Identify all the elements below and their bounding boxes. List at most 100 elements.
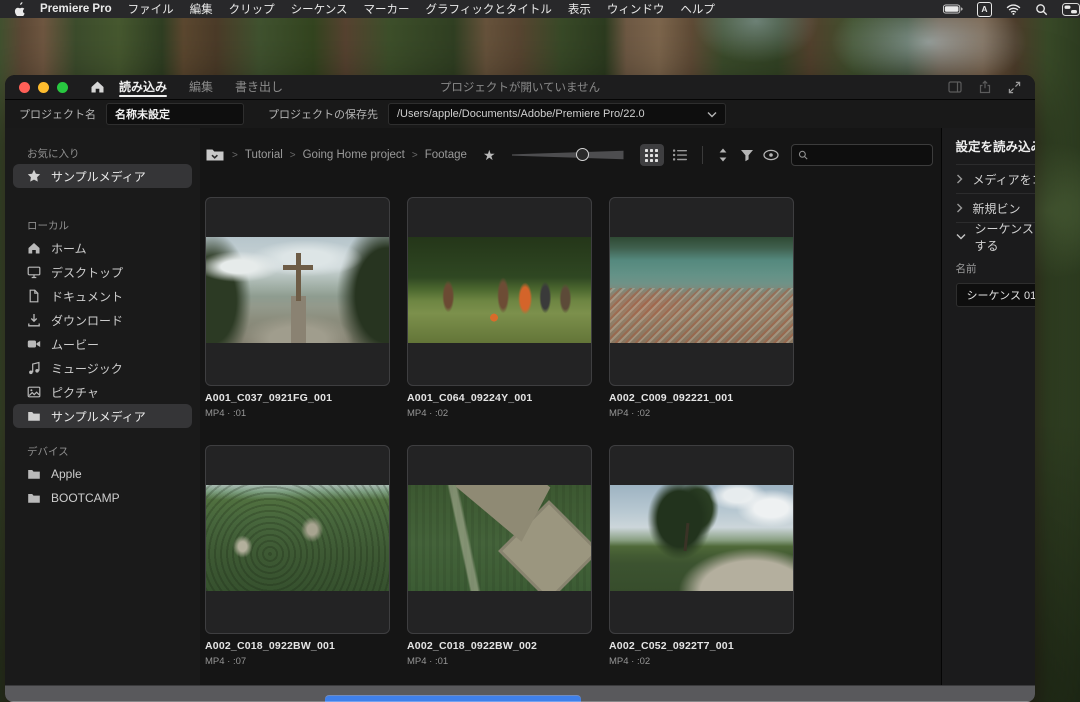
- menu-graphics-titles[interactable]: グラフィックとタイトル: [426, 1, 552, 17]
- fullscreen-icon[interactable]: [1008, 81, 1021, 94]
- folder-icon: [27, 491, 41, 505]
- download-icon: [27, 313, 41, 327]
- control-center-icon[interactable]: [1062, 3, 1080, 16]
- sidebar-item-downloads[interactable]: ダウンロード: [13, 308, 192, 332]
- media-card[interactable]: [205, 197, 390, 386]
- thumbnail-aerial-lake-town: [610, 237, 793, 343]
- media-cell: A002_C009_092221_001 MP4 · :02: [609, 197, 794, 419]
- project-location-label: プロジェクトの保存先: [268, 106, 378, 122]
- minimize-button[interactable]: [38, 82, 49, 93]
- thumbnail-kids-playing-soccer: [408, 237, 591, 343]
- movie-icon: [27, 337, 41, 351]
- sidebar: お気に入り サンプルメディア ローカル ホーム デスクトップ ドキュメント ダ: [5, 128, 200, 686]
- panel-title: 設定を読み込み: [956, 128, 1036, 164]
- breadcrumb-tutorial[interactable]: Tutorial: [245, 149, 283, 161]
- sidebar-section-local: ローカル: [5, 216, 200, 236]
- tab-import[interactable]: 読み込み: [119, 75, 167, 99]
- preview-toggle-button[interactable]: [759, 144, 783, 166]
- menubar-app-name[interactable]: Premiere Pro: [40, 3, 112, 15]
- battery-icon[interactable]: [943, 4, 963, 14]
- menu-marker[interactable]: マーカー: [364, 1, 410, 17]
- browser-toolbar: > Tutorial > Going Home project > Footag…: [205, 142, 933, 168]
- menu-window[interactable]: ウィンドウ: [607, 1, 665, 17]
- menu-edit[interactable]: 編集: [190, 1, 213, 17]
- chevron-down-icon: [707, 111, 717, 118]
- wifi-icon[interactable]: [1006, 4, 1021, 15]
- media-card[interactable]: [407, 445, 592, 634]
- clip-meta: MP4 · :01: [205, 408, 390, 419]
- media-card[interactable]: [609, 197, 794, 386]
- search-icon[interactable]: [1035, 3, 1048, 16]
- sidebar-item-label: ムービー: [51, 336, 99, 353]
- sidebar-item-label: ダウンロード: [51, 312, 123, 329]
- home-icon: [90, 80, 105, 94]
- breadcrumb-footage[interactable]: Footage: [425, 149, 467, 161]
- menu-view[interactable]: 表示: [568, 1, 591, 17]
- chevron-right-icon[interactable]: [956, 203, 964, 213]
- media-browser: > Tutorial > Going Home project > Footag…: [200, 128, 941, 686]
- menu-file[interactable]: ファイル: [128, 1, 174, 17]
- favorite-star-icon[interactable]: ★: [483, 148, 496, 162]
- sidebar-item-label: BOOTCAMP: [51, 491, 120, 505]
- sidebar-item-desktop[interactable]: デスクトップ: [13, 260, 192, 284]
- sidebar-item-bootcamp-device[interactable]: BOOTCAMP: [13, 486, 192, 510]
- apple-menu[interactable]: [14, 2, 26, 16]
- share-icon[interactable]: [978, 80, 992, 94]
- sequence-name-input[interactable]: シーケンス 01: [956, 283, 1036, 307]
- project-location-dropdown[interactable]: /Users/apple/Documents/Adobe/Premiere Pr…: [388, 103, 726, 125]
- project-name-input[interactable]: 名称未設定: [106, 103, 244, 125]
- workspace-icon[interactable]: [948, 80, 962, 94]
- sidebar-item-apple-device[interactable]: Apple: [13, 462, 192, 486]
- breadcrumb-separator: >: [412, 150, 418, 161]
- slider-track[interactable]: [512, 150, 624, 160]
- clip-meta: MP4 · :02: [609, 408, 794, 419]
- media-cell: A001_C037_0921FG_001 MP4 · :01: [205, 197, 390, 419]
- clip-meta: MP4 · :01: [407, 656, 592, 667]
- zoom-button[interactable]: [57, 82, 68, 93]
- search-input[interactable]: [813, 148, 926, 162]
- chevron-right-icon[interactable]: [956, 174, 964, 184]
- menu-sequence[interactable]: シーケンス: [291, 1, 348, 17]
- menu-clip[interactable]: クリップ: [229, 1, 275, 17]
- import-button[interactable]: [325, 696, 581, 702]
- sidebar-item-home[interactable]: ホーム: [13, 236, 192, 260]
- folder-icon: [27, 409, 41, 423]
- media-folder-icon[interactable]: [205, 147, 225, 163]
- thumbnail-cross-monument-hill: [206, 237, 389, 343]
- filter-button[interactable]: [735, 144, 759, 166]
- media-card[interactable]: [205, 445, 390, 634]
- media-cell: A002_C018_0922BW_001 MP4 · :07: [205, 445, 390, 667]
- sort-button[interactable]: [711, 144, 735, 166]
- sidebar-item-pictures[interactable]: ピクチャ: [13, 380, 192, 404]
- sidebar-item-movies[interactable]: ムービー: [13, 332, 192, 356]
- chevron-down-icon[interactable]: [956, 233, 966, 241]
- sidebar-item-label: サンプルメディア: [51, 408, 146, 425]
- thumbnail-size-slider[interactable]: [512, 147, 624, 163]
- sidebar-item-sample-media[interactable]: サンプルメディア: [13, 404, 192, 428]
- input-source-icon[interactable]: A: [977, 2, 992, 17]
- menu-help[interactable]: ヘルプ: [680, 1, 715, 17]
- media-card[interactable]: [407, 197, 592, 386]
- breadcrumb: > Tutorial > Going Home project > Footag…: [205, 147, 467, 163]
- home-button[interactable]: [90, 80, 105, 94]
- breadcrumb-going-home-project[interactable]: Going Home project: [303, 149, 405, 161]
- breadcrumb-separator: >: [290, 150, 296, 161]
- slider-knob[interactable]: [576, 148, 589, 161]
- sidebar-item-music[interactable]: ミュージック: [13, 356, 192, 380]
- sidebar-item-label: デスクトップ: [51, 264, 123, 281]
- tab-edit[interactable]: 編集: [189, 75, 213, 99]
- search-field[interactable]: [791, 144, 933, 166]
- list-view-button[interactable]: [668, 144, 692, 166]
- close-button[interactable]: [19, 82, 30, 93]
- sidebar-item-label: ホーム: [51, 240, 87, 257]
- sidebar-item-label: サンプルメディア: [51, 168, 146, 185]
- grid-view-button[interactable]: [640, 144, 664, 166]
- clip-name: A002_C018_0922BW_001: [205, 640, 390, 652]
- sidebar-item-sample-media-favorite[interactable]: サンプルメディア: [13, 164, 192, 188]
- sidebar-item-label: ミュージック: [51, 360, 123, 377]
- media-card[interactable]: [609, 445, 794, 634]
- picture-icon: [27, 385, 41, 399]
- sidebar-item-documents[interactable]: ドキュメント: [13, 284, 192, 308]
- setting-label: 新規ビン: [973, 200, 1036, 217]
- tab-export[interactable]: 書き出し: [235, 75, 283, 99]
